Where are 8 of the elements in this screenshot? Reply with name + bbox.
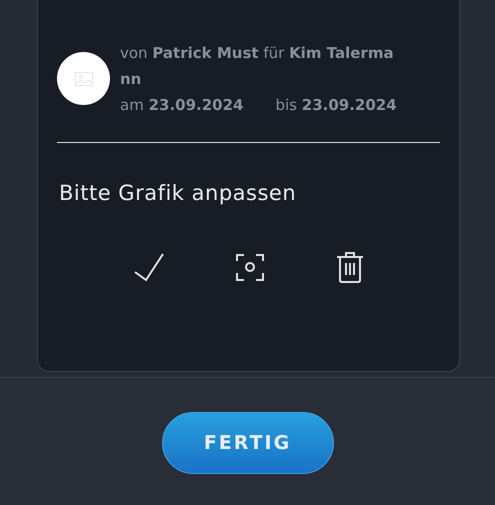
trash-icon[interactable] <box>336 251 364 283</box>
date-text: am 23.09.2024 <box>120 95 244 116</box>
date-text: bis 23.09.2024 <box>275 95 397 116</box>
checkmark-icon[interactable] <box>132 252 165 282</box>
screenshot-icon[interactable] <box>236 253 264 281</box>
done-button[interactable]: FERTIG <box>162 412 334 474</box>
task-description: Bitte Grafik anpassen <box>59 181 298 205</box>
image-icon <box>74 72 92 86</box>
